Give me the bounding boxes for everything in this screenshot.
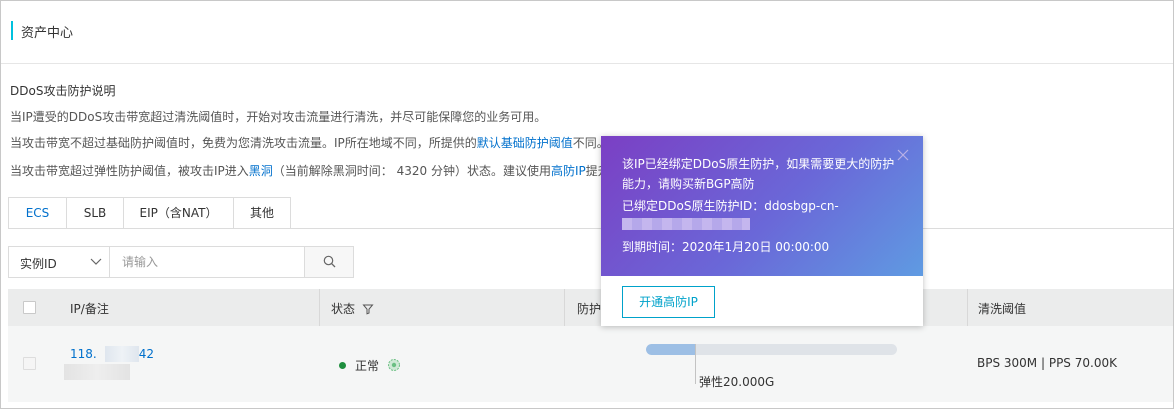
status-text: 正常 bbox=[355, 357, 401, 374]
description-line-1: 当IP遭受的DDoS攻击带宽超过清洗阈值时，开始对攻击流量进行清洗，并尽可能保障… bbox=[10, 110, 547, 124]
default-threshold-link[interactable]: 默认基础防护阈值 bbox=[477, 136, 573, 150]
search-input[interactable] bbox=[111, 247, 304, 277]
search-field-select-value: 实例ID bbox=[20, 257, 57, 271]
tab-other[interactable]: 其他 bbox=[233, 197, 291, 229]
column-status: 状态 bbox=[331, 300, 374, 317]
select-all-checkbox[interactable] bbox=[23, 301, 36, 314]
column-ip-note: IP/备注 bbox=[70, 302, 109, 316]
column-status-label: 状态 bbox=[331, 302, 356, 316]
progress-marker bbox=[695, 344, 696, 384]
cleaning-threshold-text: BPS 300M | PPS 70.00K bbox=[977, 356, 1117, 370]
tab-eip[interactable]: EIP（含NAT） bbox=[123, 197, 234, 229]
popover-expiry: 到期时间：2020年1月20日 00:00:00 bbox=[622, 240, 830, 254]
page-header: 资产中心 bbox=[1, 1, 1173, 64]
ip-redaction bbox=[105, 346, 139, 362]
column-threshold: 清洗阈值 bbox=[978, 302, 1027, 316]
chevron-down-icon bbox=[90, 258, 102, 265]
protection-progress-bar bbox=[646, 344, 897, 355]
column-protection: 防护 bbox=[577, 302, 602, 316]
protection-progress-fill bbox=[646, 344, 697, 355]
table-row: 118. 42 正常 弹性20.000G BPS 300M | PPS 70.00… bbox=[8, 326, 1173, 402]
tabs-divider bbox=[8, 228, 1173, 229]
tab-ecs[interactable]: ECS bbox=[8, 197, 67, 229]
column-separator bbox=[564, 289, 565, 326]
table-header: IP/备注 状态 防护 清洗阈值 bbox=[8, 289, 1173, 326]
ip-prefix: 118. bbox=[70, 347, 97, 361]
note-redaction bbox=[64, 364, 130, 380]
row-checkbox[interactable] bbox=[23, 357, 36, 370]
tab-slb[interactable]: SLB bbox=[66, 197, 124, 229]
search-field-select[interactable]: 实例ID bbox=[9, 247, 110, 277]
popover-message: 该IP已经绑定DDoS原生防护，如果需要更大的防护能力，请购买新BGP高防 bbox=[622, 157, 895, 191]
filter-icon[interactable] bbox=[362, 303, 374, 315]
search-button[interactable] bbox=[304, 247, 353, 277]
description-line-3: 当攻击带宽超过弹性防护阈值，被攻击IP进入黑洞（当前解除黑洞时间： 4320 分… bbox=[10, 162, 610, 179]
status-label: 正常 bbox=[355, 359, 380, 373]
column-separator bbox=[967, 289, 968, 326]
ddos-origin-popover: 该IP已经绑定DDoS原生防护，如果需要更大的防护能力，请购买新BGP高防 已绑… bbox=[601, 136, 923, 326]
ip-suffix: 42 bbox=[138, 347, 154, 361]
header-accent-bar bbox=[11, 21, 13, 40]
description-line-3-text: 当攻击带宽超过弹性防护阈值，被攻击IP进入 bbox=[10, 164, 249, 178]
popover-id-redaction bbox=[622, 218, 750, 230]
elastic-threshold-text: 弹性20.000G bbox=[699, 375, 775, 389]
search-icon bbox=[323, 255, 336, 268]
anti-ddos-ip-link[interactable]: 高防IP bbox=[551, 164, 586, 178]
search-bar: 实例ID bbox=[8, 246, 354, 278]
description-line-2: 当攻击带宽不超过基础防护阈值时，免费为您清洗攻击流量。IP所在地域不同，所提供的… bbox=[10, 134, 609, 151]
description-line-2-text: 当攻击带宽不超过基础防护阈值时，免费为您清洗攻击流量。IP所在地域不同，所提供的 bbox=[10, 136, 477, 150]
column-separator bbox=[319, 289, 320, 326]
description-heading: DDoS攻击防护说明 bbox=[10, 84, 116, 98]
description-line-3-mid: （当前解除黑洞时间： 4320 分钟）状态。建议使用 bbox=[272, 164, 551, 178]
page-title: 资产中心 bbox=[21, 26, 74, 41]
shield-badge-icon bbox=[387, 359, 400, 371]
status-ok-dot bbox=[339, 362, 346, 369]
open-anti-ddos-ip-button[interactable]: 开通高防IP bbox=[622, 286, 715, 318]
blackhole-link[interactable]: 黑洞 bbox=[249, 164, 273, 178]
popover-bound-id: 已绑定DDoS原生防护ID：ddosbgp-cn- bbox=[622, 199, 839, 213]
